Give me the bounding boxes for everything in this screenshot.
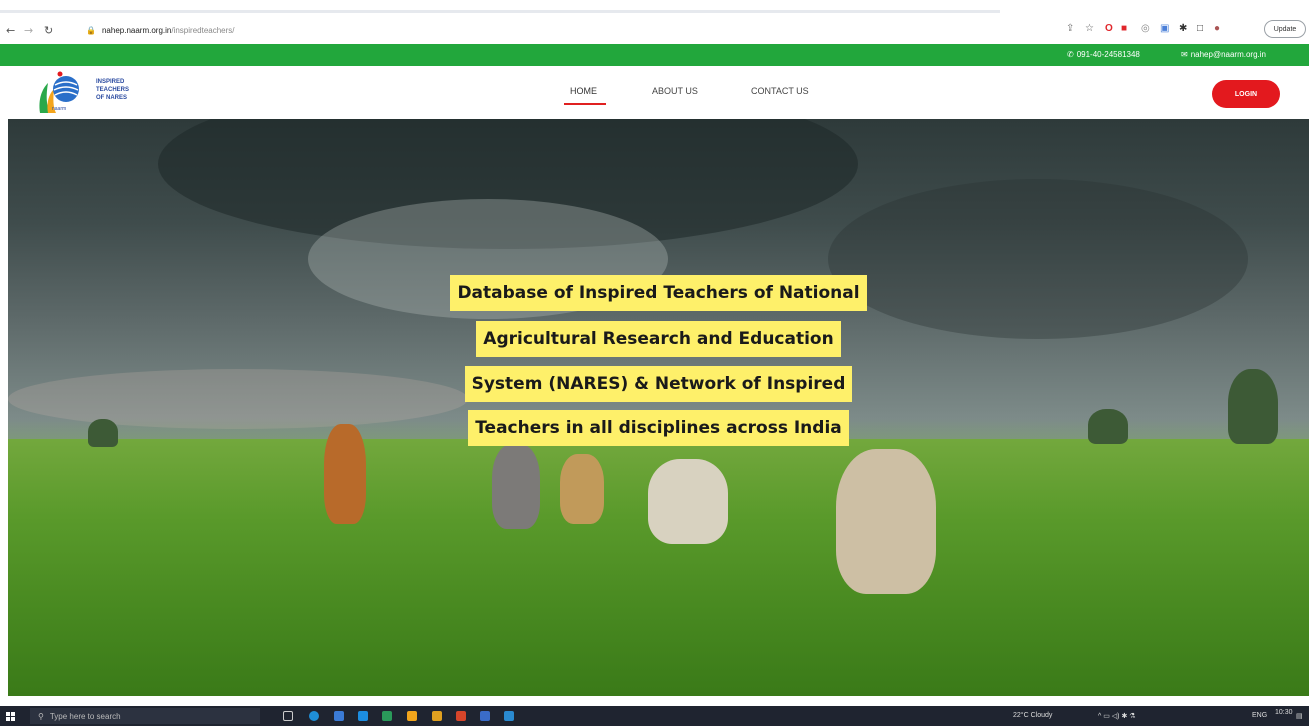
mail-app-icon[interactable] <box>358 711 368 721</box>
windows-start-icon[interactable] <box>6 712 15 721</box>
language-indicator[interactable]: ENG <box>1252 712 1267 719</box>
headline-line-2: Agricultural Research and Education <box>8 321 1309 357</box>
chrome-icon[interactable] <box>456 711 466 721</box>
login-button[interactable]: LOGIN <box>1212 80 1280 108</box>
url-path: /inspiredteachers/ <box>171 25 235 35</box>
headline-text-2: Agricultural Research and Education <box>476 321 841 357</box>
app-icon[interactable] <box>504 711 514 721</box>
farmer-figure <box>648 459 728 544</box>
task-view-icon[interactable] <box>283 711 293 721</box>
extension-icon[interactable]: ◎ <box>1141 23 1150 34</box>
hero-banner: Database of Inspired Teachers of Nationa… <box>8 119 1309 696</box>
headline-text-4: Teachers in all disciplines across India <box>468 410 849 446</box>
site-header: naarm INSPIRED TEACHERS OF NARES HOME AB… <box>0 66 1309 119</box>
app-icon[interactable] <box>382 711 392 721</box>
email-contact[interactable]: ✉ nahep@naarm.org.in <box>1181 50 1266 59</box>
nav-home[interactable]: HOME <box>570 86 597 96</box>
forward-icon[interactable]: → <box>24 24 33 37</box>
logo-text: INSPIRED TEACHERS OF NARES <box>96 78 129 102</box>
edge-icon[interactable] <box>309 711 319 721</box>
headline-text-3: System (NARES) & Network of Inspired <box>464 366 853 402</box>
headline-line-1: Database of Inspired Teachers of Nationa… <box>8 275 1309 311</box>
browser-toolbar: ← → ↻ 🔒 nahep.naarm.org.in /inspiredteac… <box>0 0 1309 44</box>
phone-icon: ✆ <box>1067 50 1074 59</box>
profile-avatar-icon[interactable]: ● <box>1214 23 1220 34</box>
puzzle-icon[interactable]: ✱ <box>1179 23 1187 34</box>
address-bar[interactable]: 🔒 nahep.naarm.org.in /inspiredteachers/ <box>86 20 1026 40</box>
search-placeholder: Type here to search <box>49 711 121 721</box>
logo-line-1: INSPIRED <box>96 79 125 85</box>
contact-bar: ✆ 091-40-24581348 ✉ nahep@naarm.org.in <box>0 44 1309 66</box>
phone-number: 091-40-24581348 <box>1076 50 1140 59</box>
nav-contact-us[interactable]: CONTACT US <box>751 86 809 96</box>
headline-line-3: System (NARES) & Network of Inspired <box>8 366 1309 402</box>
app-icon[interactable] <box>432 711 442 721</box>
share-icon[interactable]: ⇪ <box>1066 23 1074 34</box>
store-icon[interactable] <box>334 711 344 721</box>
clock[interactable]: 10:30 <box>1275 709 1293 716</box>
tab-strip <box>0 0 1309 13</box>
storm-cloud-right <box>828 179 1248 339</box>
opera-extension-icon[interactable]: O <box>1105 23 1113 34</box>
farmer-figure <box>492 444 540 529</box>
update-button[interactable]: Update <box>1264 20 1306 38</box>
phone-contact[interactable]: ✆ 091-40-24581348 <box>1067 50 1140 59</box>
farmer-figure <box>836 449 936 594</box>
headline-line-4: Teachers in all disciplines across India <box>8 410 1309 446</box>
nav-about-us[interactable]: ABOUT US <box>652 86 698 96</box>
sidebar-icon[interactable]: □ <box>1197 23 1203 34</box>
nav-active-underline <box>564 103 606 105</box>
url-host: nahep.naarm.org.in <box>101 25 172 35</box>
logo-subtext: naarm <box>52 106 67 112</box>
pdf-extension-icon[interactable]: ■ <box>1121 23 1127 34</box>
search-icon: ⚲ <box>38 711 44 721</box>
notification-icon[interactable]: ▤ <box>1296 712 1303 720</box>
folder-icon[interactable] <box>407 711 417 721</box>
back-icon[interactable]: ← <box>6 24 15 37</box>
lock-icon: 🔒 <box>86 25 96 35</box>
headline-text-1: Database of Inspired Teachers of Nationa… <box>450 275 867 311</box>
app-icon[interactable] <box>480 711 490 721</box>
screen-extension-icon[interactable]: ▣ <box>1160 23 1169 34</box>
logo-line-2: TEACHERS <box>96 87 130 93</box>
windows-taskbar: ⚲ Type here to search 22°C Cloudy ^ ▭ ◁)… <box>0 706 1309 726</box>
reload-icon[interactable]: ↻ <box>44 24 53 37</box>
logo-line-3: OF NARES <box>96 95 128 101</box>
star-icon[interactable]: ☆ <box>1085 23 1094 34</box>
weather-widget[interactable]: 22°C Cloudy <box>1013 712 1052 719</box>
tray-icons[interactable]: ^ ▭ ◁) ✱ ⚗ <box>1098 712 1136 720</box>
farmer-figure <box>560 454 604 524</box>
mail-icon: ✉ <box>1181 50 1188 59</box>
email-address: nahep@naarm.org.in <box>1190 50 1266 59</box>
taskbar-search[interactable]: ⚲ Type here to search <box>30 708 260 724</box>
